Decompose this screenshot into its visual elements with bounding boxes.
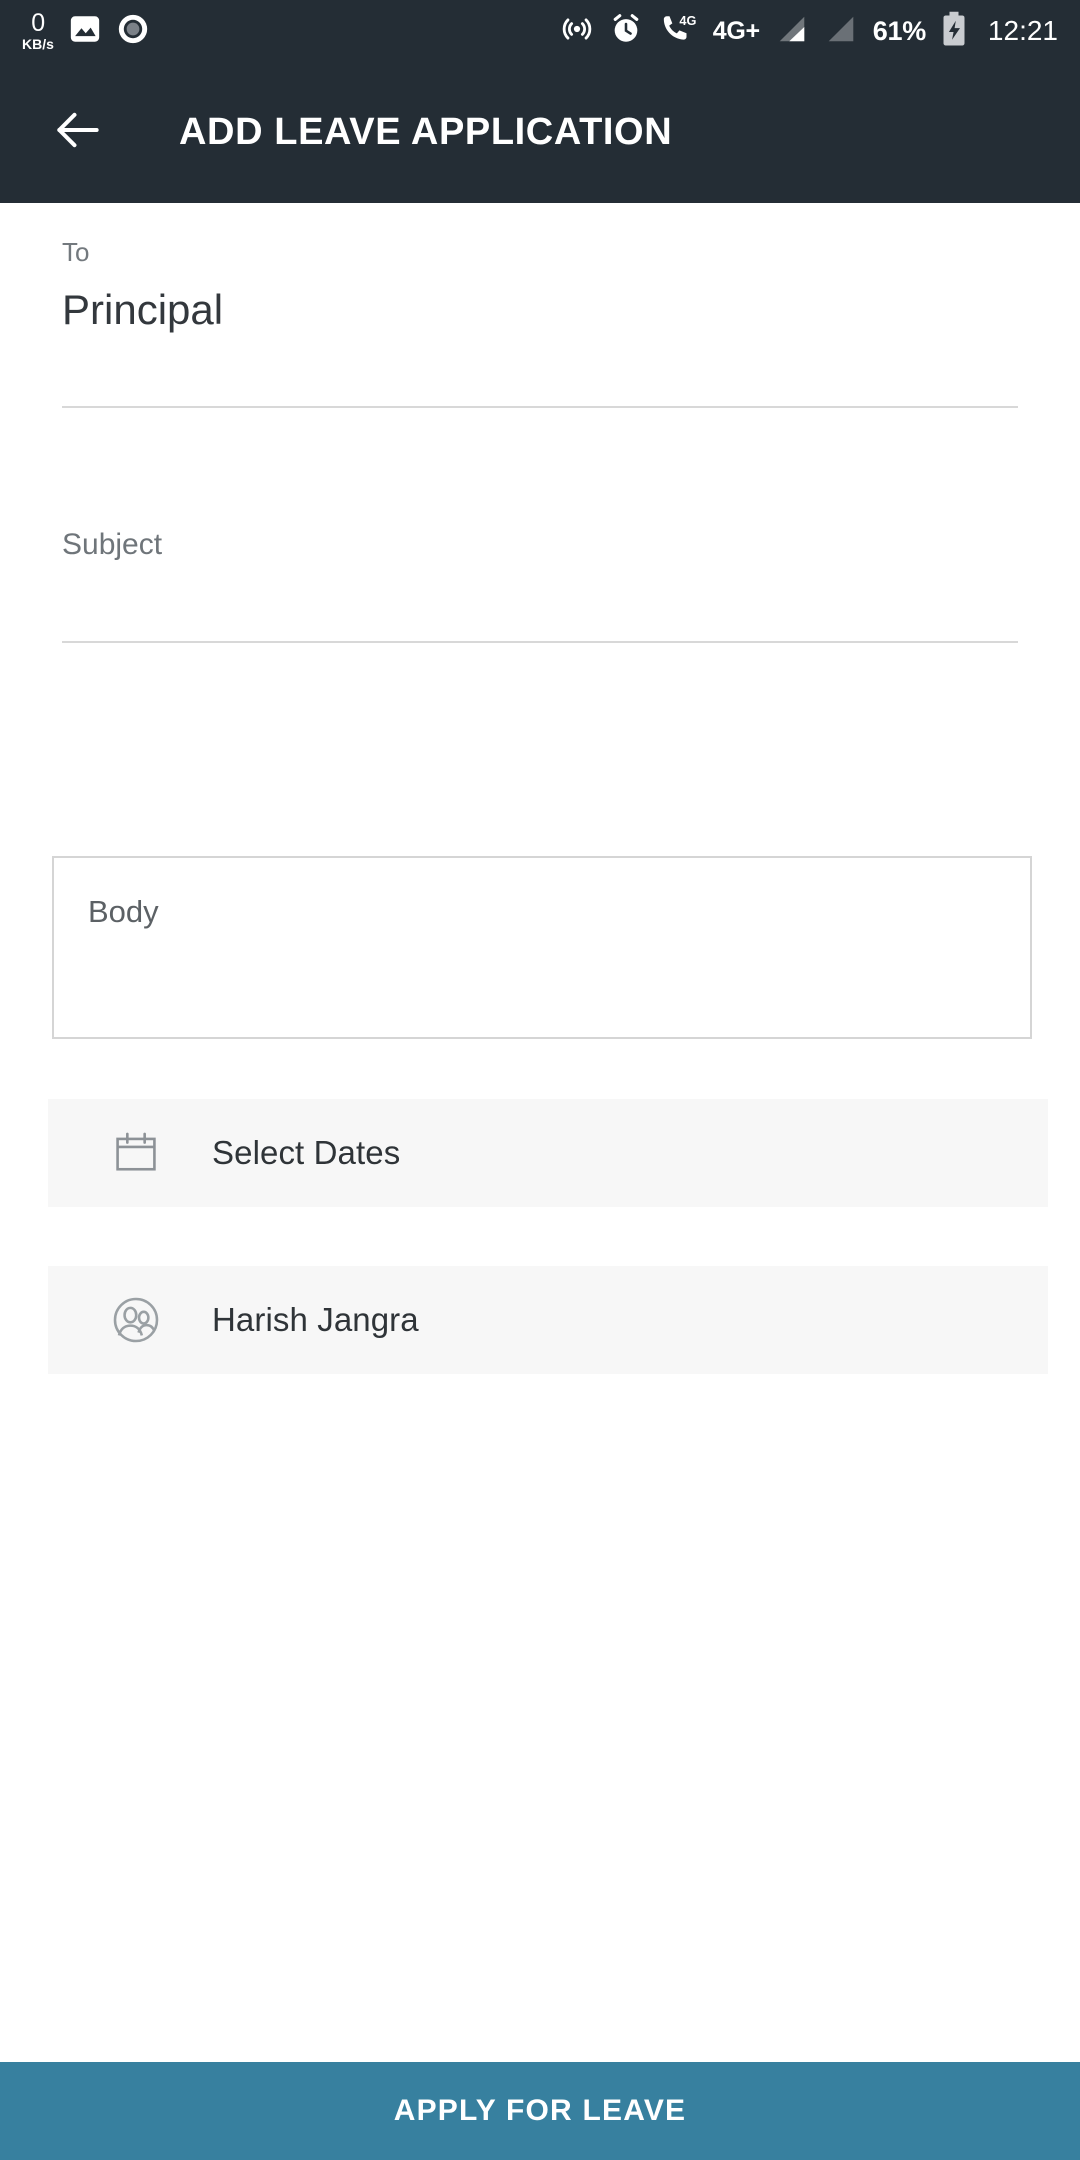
- to-field-value: Principal: [62, 286, 224, 333]
- image-icon: [68, 12, 102, 51]
- to-field[interactable]: To Principal: [62, 237, 1018, 334]
- form-content: To Principal Subject Body Select Dates H…: [0, 203, 1080, 2062]
- battery-percent-label: 61%: [872, 15, 926, 46]
- subject-field-divider: [62, 641, 1018, 643]
- apply-for-leave-button[interactable]: APPLY FOR LEAVE: [0, 2062, 1080, 2160]
- calendar-icon: [100, 1127, 172, 1179]
- subject-placeholder: Subject: [62, 528, 163, 561]
- status-bar-left: 0 KB/s: [22, 11, 150, 51]
- select-dates-label: Select Dates: [212, 1134, 401, 1171]
- signal-bars-empty-icon: [824, 14, 858, 49]
- body-field[interactable]: Body: [52, 856, 1032, 1039]
- network-speed-value: 0: [31, 9, 45, 37]
- record-icon: [116, 12, 150, 51]
- assignee-label: Harish Jangra: [212, 1301, 419, 1338]
- assignee-row[interactable]: Harish Jangra: [48, 1266, 1048, 1374]
- app-bar: ADD LEAVE APPLICATION: [0, 62, 1080, 203]
- to-field-divider: [62, 406, 1018, 408]
- arrow-left-icon: [50, 102, 106, 163]
- alarm-icon: [609, 12, 643, 51]
- battery-charging-icon: [941, 11, 967, 52]
- page-title: ADD LEAVE APPLICATION: [179, 111, 673, 153]
- status-bar: 0 KB/s 4G 4G+ 61% 12:21: [0, 0, 1080, 62]
- people-circle-icon: [100, 1292, 172, 1348]
- svg-text:4G: 4G: [679, 12, 696, 27]
- signal-bars-icon: [775, 14, 809, 49]
- back-button[interactable]: [30, 85, 126, 181]
- hotspot-icon: [560, 12, 594, 51]
- subject-field[interactable]: Subject: [62, 528, 1018, 562]
- app-screen: 0 KB/s 4G 4G+ 61% 12:21 ADD LEAVE APPLIC…: [0, 0, 1080, 2160]
- network-speed-unit: KB/s: [22, 36, 54, 52]
- apply-for-leave-label: APPLY FOR LEAVE: [393, 2094, 687, 2127]
- call-4g-icon: 4G: [658, 12, 698, 51]
- clock-label: 12:21: [987, 15, 1058, 46]
- network-type-label: 4G+: [712, 16, 760, 45]
- body-placeholder: Body: [88, 894, 159, 929]
- to-field-label: To: [62, 237, 90, 267]
- status-bar-right: 4G 4G+ 61% 12:21: [560, 11, 1058, 52]
- select-dates-row[interactable]: Select Dates: [48, 1099, 1048, 1207]
- network-speed-indicator: 0 KB/s: [22, 9, 54, 52]
